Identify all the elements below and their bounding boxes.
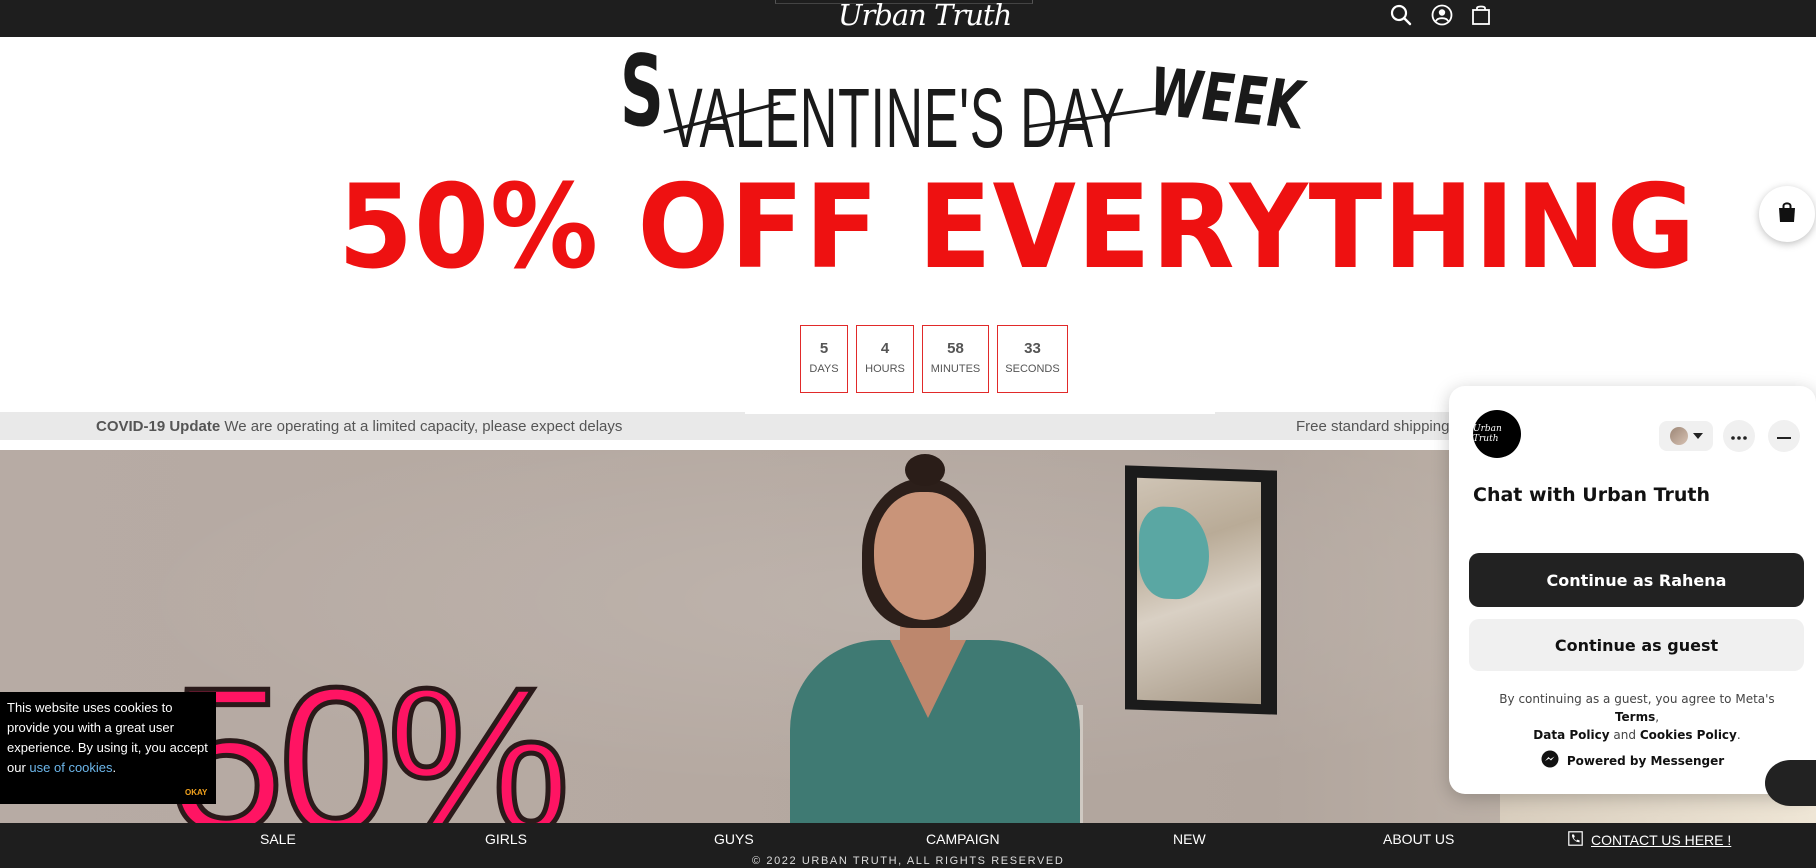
model-neckline: [890, 640, 966, 718]
promo-s-letter: S: [620, 35, 664, 149]
terms-link[interactable]: Terms: [1615, 710, 1655, 724]
chat-page-avatar: Urban Truth: [1473, 410, 1521, 458]
wall-art-frame: [1125, 465, 1277, 715]
nav-sale[interactable]: SALE: [260, 831, 296, 847]
countdown-hours: 4 HOURS: [856, 325, 914, 393]
countdown-value: 58: [947, 340, 964, 357]
shipping-notice: Free standard shipping: [1296, 418, 1450, 435]
top-header: Urban Truth: [0, 0, 1816, 37]
covid-update: COVID-19 Update We are operating at a li…: [96, 418, 622, 435]
more-options-button[interactable]: [1723, 420, 1755, 452]
nav-campaign[interactable]: CAMPAIGN: [926, 831, 1000, 847]
data-policy-link[interactable]: Data Policy: [1533, 728, 1609, 742]
cookie-okay-button[interactable]: OKAY: [185, 783, 207, 803]
legal-prefix: By continuing as a guest, you agree to M…: [1499, 692, 1775, 706]
continue-as-guest-button[interactable]: Continue as guest: [1469, 619, 1804, 671]
legal-comma: ,: [1655, 710, 1660, 724]
promo-valentines-day: VALENTINE'S DAY: [668, 71, 1126, 165]
chat-title: Chat with Urban Truth: [1473, 484, 1711, 506]
covid-update-label: COVID-19 Update: [96, 418, 221, 435]
powered-label: Powered by Messenger: [1566, 753, 1725, 768]
powered-by-messenger: Powered by Messenger: [1449, 750, 1816, 771]
promo-headline: 50% OFF EVERYTHING: [338, 160, 1697, 295]
account-icon[interactable]: [1429, 2, 1455, 28]
countdown-seconds: 33 SECONDS: [997, 325, 1068, 393]
site-logo[interactable]: Urban Truth: [838, 0, 1012, 30]
minimize-button[interactable]: [1768, 420, 1800, 452]
legal-period: .: [1736, 728, 1741, 742]
nav-about-us[interactable]: ABOUT US: [1383, 831, 1454, 847]
contact-label: CONTACT US HERE !: [1591, 832, 1732, 848]
valentines-week-banner: S VALENTINE'S DAY WEEK: [620, 35, 1306, 170]
shopping-bag-icon: [1775, 200, 1799, 229]
continue-as-user-button[interactable]: Continue as Rahena: [1469, 553, 1804, 607]
model-face: [874, 492, 974, 620]
countdown-value: 4: [880, 340, 890, 357]
covid-update-text: We are operating at a limited capacity, …: [224, 418, 623, 435]
divider: [745, 412, 1215, 414]
countdown-value: 33: [1024, 340, 1041, 357]
cookies-policy-link[interactable]: Cookies Policy: [1640, 728, 1737, 742]
page: Urban Truth S VALENTINE'S DAY WEEK 50% O…: [0, 0, 1816, 868]
minimize-icon: [1777, 427, 1791, 445]
countdown-timer: 5 DAYS 4 HOURS 58 MINUTES 33 SECONDS: [800, 325, 1068, 393]
search-icon[interactable]: [1388, 2, 1414, 28]
nav-contact-us[interactable]: CONTACT US HERE !: [1568, 831, 1731, 849]
account-switcher[interactable]: [1659, 421, 1713, 451]
nav-guys[interactable]: GUYS: [714, 831, 754, 847]
caret-down-icon: [1692, 427, 1703, 445]
nav-girls[interactable]: GIRLS: [485, 831, 527, 847]
countdown-value: 5: [819, 340, 829, 357]
countdown-unit: MINUTES: [930, 363, 981, 375]
legal-and: and: [1613, 728, 1636, 742]
more-icon: [1731, 427, 1747, 445]
countdown-minutes: 58 MINUTES: [922, 325, 989, 393]
model-photo: [770, 450, 1100, 824]
cookie-policy-link[interactable]: use of cookies: [29, 760, 112, 775]
hero-discount-text: 50%: [167, 645, 572, 825]
nav-new[interactable]: NEW: [1173, 831, 1206, 847]
floating-cart-button[interactable]: [1759, 186, 1815, 242]
copyright-text: © 2022 URBAN TRUTH, ALL RIGHTS RESERVED: [752, 855, 1065, 867]
promo-week: WEEK: [1148, 53, 1306, 145]
model-hair-bun: [905, 454, 945, 486]
countdown-unit: HOURS: [865, 363, 905, 375]
cookie-notice: This website uses cookies to provide you…: [0, 692, 216, 804]
cart-icon[interactable]: [1468, 2, 1494, 28]
chat-launcher-button[interactable]: [1765, 760, 1816, 806]
user-avatar: [1669, 427, 1688, 445]
cookie-text-suffix: .: [112, 760, 117, 775]
countdown-unit: SECONDS: [1005, 363, 1060, 375]
messenger-icon: [1541, 750, 1559, 771]
messenger-chat-widget: Urban Truth Chat with Urban Truth Contin…: [1449, 386, 1816, 794]
guest-legal-text: By continuing as a guest, you agree to M…: [1477, 690, 1797, 744]
countdown-days: 5 DAYS: [800, 325, 848, 393]
phone-icon: [1568, 831, 1583, 849]
countdown-unit: DAYS: [809, 363, 839, 375]
bottom-nav: SALE GIRLS GUYS CAMPAIGN NEW ABOUT US CO…: [0, 823, 1816, 868]
